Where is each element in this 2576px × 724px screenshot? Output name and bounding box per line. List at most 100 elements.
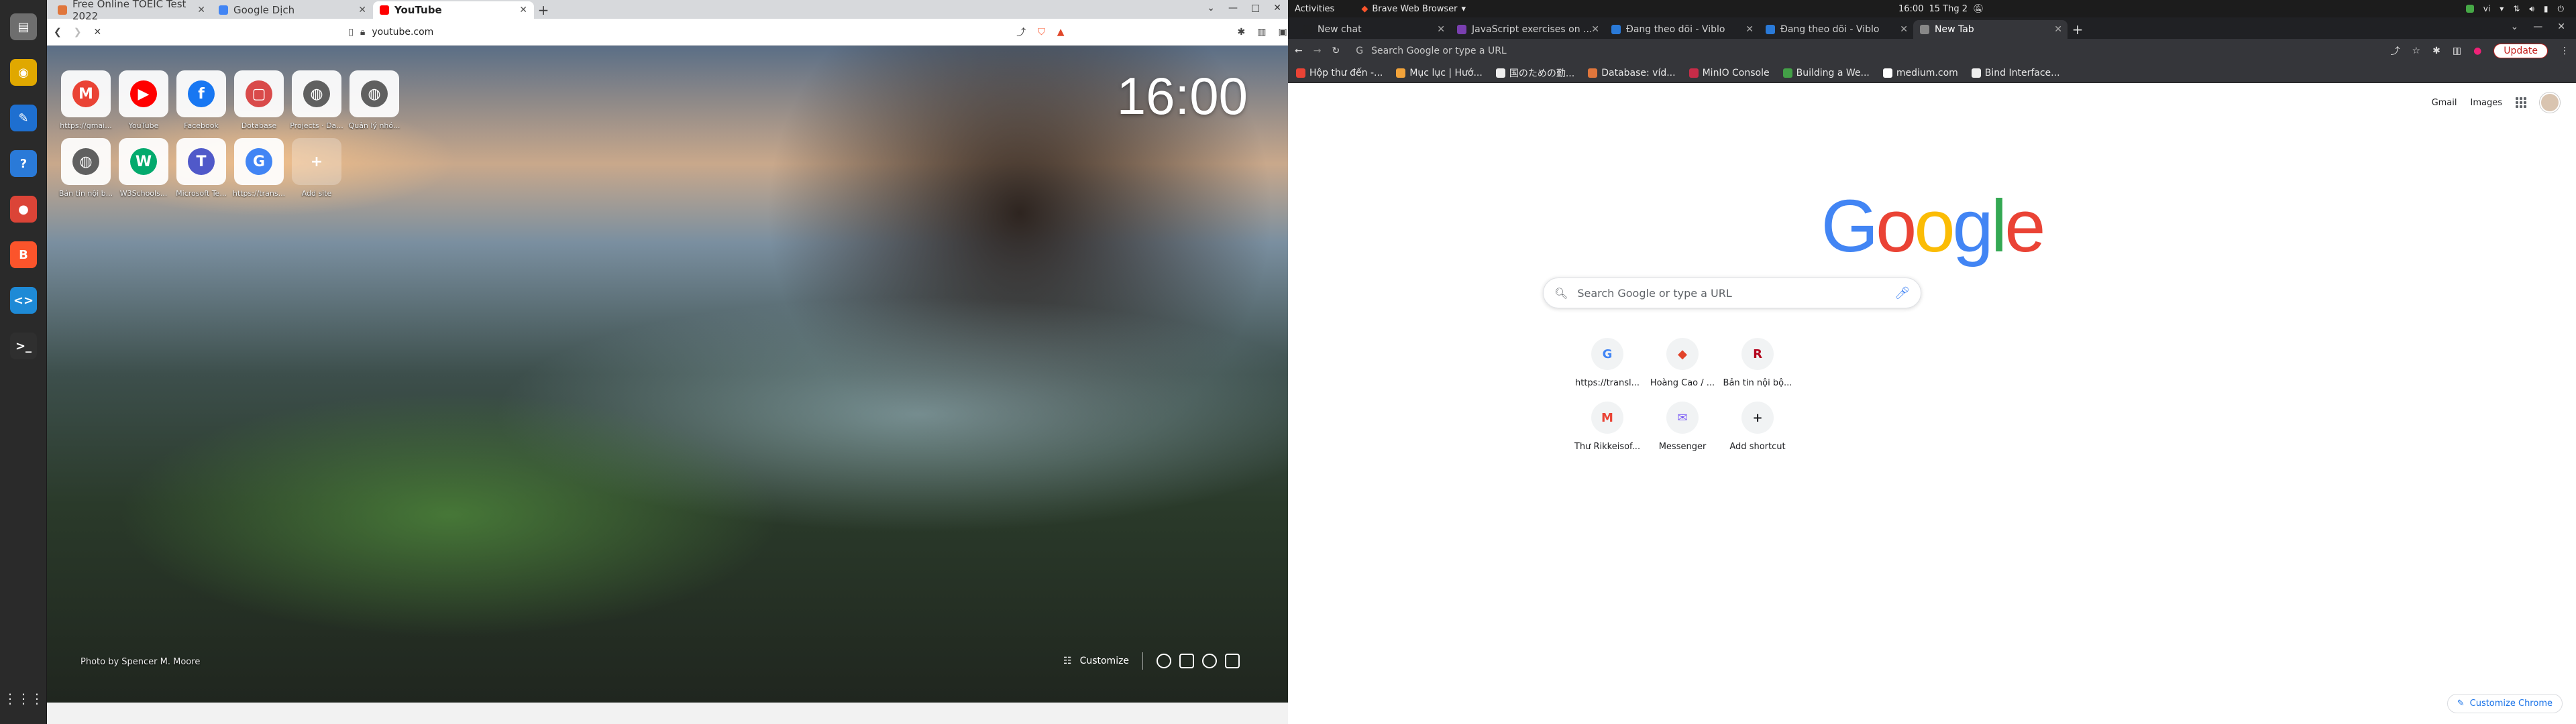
- close-tab-icon[interactable]: ✕: [1746, 24, 1754, 35]
- search-box[interactable]: 🔍︎ Search Google or type a URL 🎤︎: [1543, 278, 1921, 308]
- tab-google-dich[interactable]: Google Dịch ✕: [212, 1, 373, 19]
- dock-item-vscode[interactable]: <>: [7, 284, 40, 316]
- close-tab-icon[interactable]: ✕: [197, 5, 205, 15]
- show-applications-icon[interactable]: ⋮⋮⋮: [3, 682, 44, 715]
- forward-icon[interactable]: →: [1313, 46, 1322, 56]
- status-app-icon[interactable]: [2465, 5, 2474, 13]
- photo-credit[interactable]: Photo by Spencer M. Moore: [80, 657, 200, 667]
- minimize-icon[interactable]: —: [1228, 3, 1238, 13]
- top-site-tile[interactable]: W W3Schools...: [115, 138, 172, 198]
- top-site-tile[interactable]: ◍ Bản tin nội b...: [57, 138, 115, 198]
- close-tab-icon[interactable]: ✕: [2054, 24, 2062, 35]
- settings-icon[interactable]: [1157, 654, 1172, 668]
- shortcut-tile[interactable]: + Add shortcut: [1720, 402, 1795, 452]
- customize-button[interactable]: Customize: [1080, 656, 1130, 666]
- app-menu[interactable]: ◆ Brave Web Browser ▾: [1361, 4, 1466, 14]
- extensions-icon[interactable]: ✱: [1237, 27, 1245, 38]
- tab-item[interactable]: Đang theo dõi - Viblo ✕: [1605, 20, 1759, 39]
- minimize-icon[interactable]: —: [2533, 21, 2542, 32]
- shortcut-tile[interactable]: M Thư Rikkeisof...: [1570, 402, 1645, 452]
- bookmark-item[interactable]: medium.com: [1882, 68, 1958, 78]
- close-window-icon[interactable]: ✕: [1273, 3, 1281, 13]
- close-tab-icon[interactable]: ✕: [519, 5, 527, 15]
- bookmarks-icon[interactable]: [1179, 654, 1195, 668]
- date-time[interactable]: 16:00 15 Thg 2 🔕︎: [1898, 4, 1984, 14]
- address-bar[interactable]: ▯ 🔒︎ youtube.com ⤴: [113, 22, 1026, 42]
- top-site-tile[interactable]: ◍ Projects · Da...: [288, 70, 345, 130]
- dock-item-help[interactable]: ?: [7, 147, 40, 180]
- maximize-icon[interactable]: □: [1251, 3, 1260, 13]
- sidebar-icon[interactable]: ▥: [2453, 46, 2461, 56]
- dock-item-writer[interactable]: ✎: [7, 102, 40, 134]
- shortcut-tile[interactable]: Ghttps://transl...: [1570, 338, 1645, 388]
- tab-item[interactable]: JavaScript exercises on ... ✕: [1450, 20, 1605, 39]
- share-icon[interactable]: ⤴: [1016, 25, 1026, 39]
- update-button[interactable]: Update: [2493, 44, 2548, 58]
- top-site-tile[interactable]: f Facebook: [172, 70, 230, 130]
- customize-chrome-button[interactable]: ✎ Customize Chrome: [2447, 694, 2563, 713]
- chevron-down-icon[interactable]: ⌄: [2511, 21, 2519, 32]
- shortcut-tile[interactable]: R Bản tin nội bộ...: [1720, 338, 1795, 388]
- brave-shields-icon[interactable]: ⛉: [1038, 27, 1045, 38]
- profile-icon[interactable]: ●: [2473, 46, 2481, 56]
- share-icon[interactable]: ⤴: [2391, 44, 2400, 58]
- top-site-tile[interactable]: ▶ YouTube: [115, 70, 172, 130]
- top-site-tile[interactable]: ◍ Quản lý nhó...: [345, 70, 403, 130]
- history-icon[interactable]: [1202, 654, 1218, 668]
- star-icon[interactable]: ☆: [2412, 46, 2421, 56]
- bookmark-item[interactable]: Mục lục | Hướ...: [1396, 68, 1483, 78]
- brave-talk-icon[interactable]: [1225, 654, 1240, 668]
- tab-toeic[interactable]: Free Online TOEIC Test 2022 ✕: [51, 0, 212, 22]
- top-site-tile[interactable]: Mhttps://gmai...: [57, 70, 115, 130]
- bookmark-item[interactable]: 国のための勤...: [1495, 66, 1574, 80]
- tab-item[interactable]: New Tab ✕: [1913, 20, 2068, 39]
- forward-icon[interactable]: ❯: [74, 27, 82, 38]
- tab-youtube[interactable]: YouTube ✕: [373, 1, 534, 19]
- brave-rewards-icon[interactable]: ▲: [1057, 27, 1065, 38]
- bookmark-item[interactable]: Building a We...: [1782, 68, 1870, 78]
- omnibox[interactable]: G Search Google or type a URL: [1350, 42, 2379, 60]
- new-tab-button[interactable]: +: [534, 1, 553, 19]
- back-icon[interactable]: ❮: [54, 27, 62, 38]
- apps-grid-icon[interactable]: [2516, 97, 2526, 108]
- top-site-tile[interactable]: Ghttps://trans...: [230, 138, 288, 198]
- top-site-tile[interactable]: ▢ Dotabase: [230, 70, 288, 130]
- dock-item-files[interactable]: ▤: [7, 11, 40, 43]
- back-icon[interactable]: ←: [1295, 46, 1303, 56]
- dock-item-brave[interactable]: B: [7, 239, 40, 271]
- extensions-icon[interactable]: ✱: [2432, 46, 2440, 56]
- reload-icon[interactable]: ↻: [1332, 46, 1340, 56]
- dock-item-terminal[interactable]: >_: [7, 330, 40, 362]
- stop-loading-icon[interactable]: ✕: [93, 27, 101, 38]
- bookmark-item[interactable]: Hộp thư đến -...: [1296, 68, 1383, 78]
- close-tab-icon[interactable]: ✕: [358, 5, 366, 15]
- microphone-icon[interactable]: 🎤︎: [1894, 286, 1910, 300]
- bookmark-icon[interactable]: ▯: [348, 27, 354, 38]
- new-tab-button[interactable]: +: [2068, 20, 2088, 39]
- top-site-tile[interactable]: T Microsoft Te...: [172, 138, 230, 198]
- activities-button[interactable]: Activities: [1295, 4, 1334, 14]
- wallet-icon[interactable]: ▣: [1278, 27, 1287, 38]
- chevron-down-icon[interactable]: ⌄: [1207, 3, 1215, 13]
- dock-item-rhythmbox[interactable]: ◉: [7, 56, 40, 88]
- tab-item[interactable]: Đang theo dõi - Viblo ✕: [1759, 20, 1913, 39]
- shortcut-tile[interactable]: ✉ Messenger: [1645, 402, 1720, 452]
- close-tab-icon[interactable]: ✕: [1900, 24, 1908, 35]
- close-tab-icon[interactable]: ✕: [1437, 24, 1445, 35]
- lang-indicator[interactable]: vi: [2483, 4, 2490, 13]
- close-window-icon[interactable]: ✕: [2557, 21, 2565, 32]
- top-site-tile[interactable]: + Add site: [288, 138, 345, 198]
- shortcut-tile[interactable]: ◆ Hoàng Cao / ...: [1645, 338, 1720, 388]
- bookmark-item[interactable]: Bind Interface...: [1971, 68, 2060, 78]
- avatar[interactable]: [2540, 93, 2560, 113]
- sidebar-icon[interactable]: ▥: [1257, 27, 1266, 38]
- gmail-link[interactable]: Gmail: [2432, 98, 2457, 108]
- tab-item[interactable]: New chat ✕: [1296, 20, 1450, 39]
- system-tray[interactable]: vi ▾ ⇅ 🔊︎ ▮ ⏻: [2465, 4, 2564, 14]
- customize-icon[interactable]: ☷: [1063, 656, 1072, 666]
- menu-icon[interactable]: ⋮: [2560, 46, 2569, 56]
- close-tab-icon[interactable]: ✕: [1591, 24, 1599, 35]
- bookmark-item[interactable]: MinIO Console: [1688, 68, 1770, 78]
- dock-item-chrome[interactable]: ●: [7, 193, 40, 225]
- bookmark-item[interactable]: Database: víd...: [1588, 68, 1676, 78]
